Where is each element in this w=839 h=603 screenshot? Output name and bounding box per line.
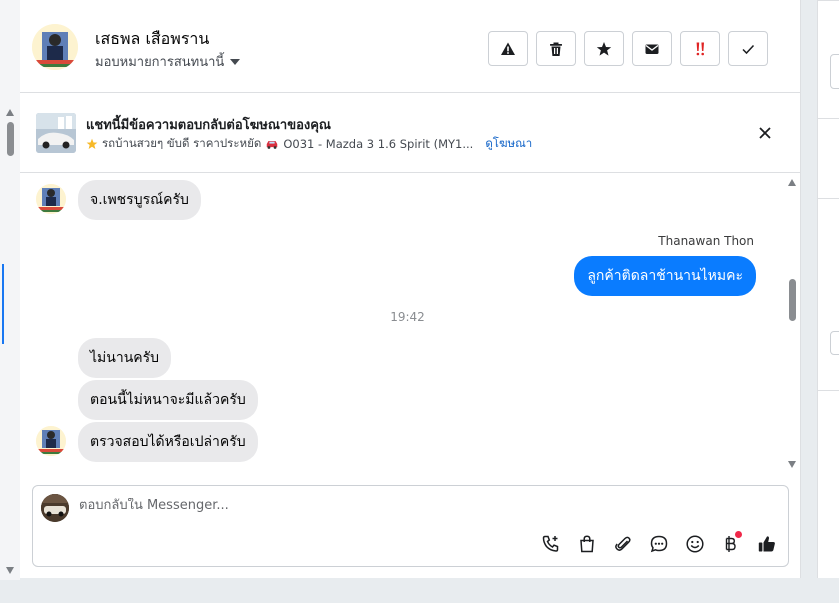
report-button[interactable] (488, 31, 528, 66)
view-ad-link[interactable]: ดูโฆษณา (485, 135, 532, 153)
incoming-message[interactable]: ไม่นานครับ (78, 338, 172, 378)
scroll-up-arrow[interactable] (788, 179, 796, 186)
envelope-icon (645, 44, 659, 54)
contact-avatar[interactable] (32, 24, 78, 70)
ad-reply-banner: แชทนี้มีข้อความตอบกลับต่อโฆษณาของคุณ รถบ… (20, 94, 801, 173)
composer-toolbar (539, 531, 778, 555)
side-panel-input[interactable] (830, 54, 839, 89)
follow-up-button[interactable] (680, 31, 720, 66)
mark-done-button[interactable] (728, 31, 768, 66)
scroll-down-arrow[interactable] (788, 461, 796, 468)
incoming-message[interactable]: จ.เพชรบูรณ์ครับ (78, 180, 201, 220)
message-thread: จ.เพชรบูรณ์ครับ Thanawan Thon ลูกค้าติดล… (20, 174, 801, 471)
star-button[interactable] (584, 31, 624, 66)
contact-name: เสธพล เสือพราน (95, 29, 210, 48)
attach-button[interactable] (611, 532, 634, 555)
divider (818, 390, 839, 391)
conversation-header: เสธพล เสือพราน มอบหมายการสนทนานี้ (20, 0, 801, 93)
paperclip-icon (614, 536, 631, 551)
star-icon (596, 41, 612, 56)
conversation-panel: เสธพล เสือพราน มอบหมายการสนทนานี้ แชทนี้… (20, 0, 801, 578)
page-avatar (41, 494, 69, 522)
active-indicator (2, 264, 4, 344)
message-row: ตอนนี้ไม่หนาจะมีแล้วครับ (78, 380, 258, 420)
right-details-panel (817, 0, 839, 578)
contact-avatar-small (36, 184, 66, 214)
trash-icon (550, 42, 562, 56)
check-icon (742, 44, 755, 54)
close-icon[interactable] (756, 124, 774, 142)
assign-label: มอบหมายการสนทนานี้ (95, 55, 225, 70)
left-scroll-strip (0, 0, 20, 580)
phone-plus-icon (542, 535, 558, 552)
thumbs-up-icon (758, 535, 775, 551)
ad-banner-title: แชทนี้มีข้อความตอบกลับต่อโฆษณาของคุณ (86, 118, 331, 133)
double-exclamation-icon (696, 42, 704, 55)
ad-banner-subtitle: รถบ้านสวยๆ ขับดี ราคาประหยัด O031 - Mazd… (86, 135, 532, 153)
message-row: ตรวจสอบได้หรือเปล่าครับ (78, 422, 258, 462)
thread-scrollbar[interactable] (786, 177, 798, 471)
saved-replies-button[interactable] (647, 532, 670, 555)
divider (818, 198, 839, 199)
divider (818, 118, 839, 119)
incoming-message[interactable]: ตรวจสอบได้หรือเปล่าครับ (78, 422, 258, 462)
side-panel-checkbox[interactable] (830, 331, 839, 355)
header-actions (488, 31, 768, 66)
emoji-button[interactable] (683, 532, 706, 555)
caret-down-icon (230, 58, 241, 65)
delete-button[interactable] (536, 31, 576, 66)
mark-unread-button[interactable] (632, 31, 672, 66)
reply-composer (32, 485, 789, 567)
ad-subtitle-listing: O031 - Mazda 3 1.6 Spirit (MY1... (283, 137, 474, 151)
like-button[interactable] (755, 532, 778, 555)
message-sender-name: Thanawan Thon (658, 234, 754, 248)
star-emoji-icon (86, 138, 98, 149)
thread-scrollbar-thumb[interactable] (789, 279, 796, 321)
shopping-bag-icon (579, 534, 594, 552)
incoming-message[interactable]: ตอนนี้ไม่หนาจะมีแล้วครับ (78, 380, 258, 420)
scroll-up-arrow[interactable] (6, 109, 14, 116)
emoji-icon (685, 534, 704, 553)
notification-dot (735, 531, 742, 538)
message-row: ไม่นานครับ (78, 338, 172, 378)
call-button[interactable] (539, 532, 562, 555)
outgoing-message[interactable]: ลูกค้าติดลาช้านานไหมคะ (574, 256, 756, 296)
message-row: ลูกค้าติดลาช้านานไหมคะ (574, 256, 756, 296)
car-emoji-icon (267, 140, 278, 149)
left-scrollbar-thumb[interactable] (7, 122, 14, 156)
reply-input[interactable] (79, 498, 679, 513)
message-row: จ.เพชรบูรณ์ครับ (78, 180, 201, 220)
messaging-app: เสธพล เสือพราน มอบหมายการสนทนานี้ แชทนี้… (0, 0, 839, 603)
saved-reply-icon (650, 535, 667, 552)
warning-icon (501, 42, 515, 55)
assign-conversation-dropdown[interactable]: มอบหมายการสนทนานี้ (95, 51, 241, 72)
message-timestamp: 19:42 (390, 310, 425, 324)
shop-button[interactable] (575, 532, 598, 555)
payment-button[interactable] (719, 531, 742, 555)
ad-subtitle-tagline: รถบ้านสวยๆ ขับดี ราคาประหยัด (102, 136, 262, 150)
divider (818, 0, 839, 1)
contact-avatar-small (36, 426, 66, 456)
scroll-down-arrow[interactable] (6, 567, 14, 574)
window-bottom-bar (0, 580, 839, 603)
ad-thumbnail[interactable] (36, 113, 76, 153)
